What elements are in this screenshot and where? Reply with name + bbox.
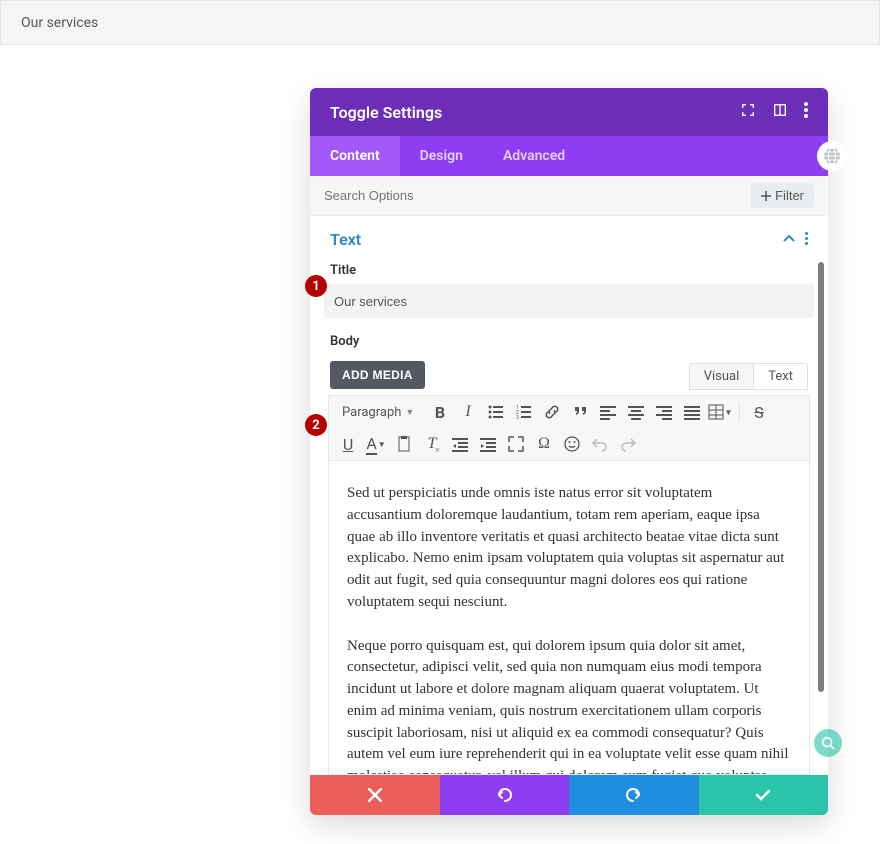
section-header-text: Text [310, 216, 828, 259]
indent-icon[interactable] [475, 432, 501, 456]
undo-button[interactable] [440, 775, 570, 815]
title-input[interactable] [324, 284, 814, 318]
numbered-list-icon[interactable]: 123 [511, 400, 537, 424]
undo-icon[interactable] [587, 432, 613, 456]
add-media-button[interactable]: ADD MEDIA [330, 361, 425, 389]
modal-header: Toggle Settings [310, 88, 828, 136]
section-more-icon[interactable] [805, 230, 808, 249]
body-paragraph: Sed ut perspiciatis unde omnis iste natu… [347, 483, 791, 614]
expand-icon[interactable] [740, 102, 756, 122]
modal-tabs: Content Design Advanced [310, 136, 828, 176]
italic-icon[interactable]: I [455, 400, 481, 424]
paste-text-icon[interactable] [391, 432, 417, 456]
table-icon[interactable]: ▼ [707, 400, 733, 424]
globe-icon[interactable] [820, 144, 844, 168]
link-icon[interactable] [539, 400, 565, 424]
editor-content[interactable]: Sed ut perspiciatis unde omnis iste natu… [328, 461, 810, 775]
svg-text:3: 3 [516, 415, 519, 420]
title-field-label: Title [310, 259, 828, 284]
tab-content[interactable]: Content [310, 136, 400, 176]
save-button[interactable] [699, 775, 829, 815]
editor-tab-text[interactable]: Text [753, 363, 808, 390]
tab-design[interactable]: Design [400, 136, 483, 176]
search-input[interactable] [324, 188, 751, 203]
body-paragraph: Neque porro quisquam est, qui dolorem ip… [347, 636, 791, 776]
more-icon[interactable] [804, 102, 808, 122]
settings-modal: Toggle Settings Content Design Advanced … [310, 88, 828, 815]
search-fab-icon[interactable] [814, 729, 842, 757]
emoji-icon[interactable] [559, 432, 585, 456]
cancel-button[interactable] [310, 775, 440, 815]
align-center-icon[interactable] [623, 400, 649, 424]
format-select[interactable]: Paragraph▼ [335, 402, 425, 423]
modal-title: Toggle Settings [330, 103, 442, 122]
bullet-list-icon[interactable] [483, 400, 509, 424]
search-row: Filter [310, 176, 828, 216]
modal-footer [310, 775, 828, 815]
section-title: Text [330, 230, 361, 249]
align-left-icon[interactable] [595, 400, 621, 424]
bold-icon[interactable]: B [427, 400, 453, 424]
chevron-up-icon[interactable] [783, 230, 795, 249]
blockquote-icon[interactable] [567, 400, 593, 424]
outdent-icon[interactable] [447, 432, 473, 456]
editor-toolbar: Paragraph▼ B I 123 ▼ S U A▼ T× [328, 395, 810, 461]
panel-layout-icon[interactable] [772, 102, 788, 122]
body-field-label: Body [310, 330, 828, 355]
annotation-badge-1: 1 [305, 275, 327, 297]
editor-tab-visual[interactable]: Visual [689, 363, 754, 390]
top-bar-label: Our services [21, 15, 98, 31]
clear-formatting-icon[interactable]: T× [419, 432, 445, 456]
strikethrough-icon[interactable]: S [746, 400, 772, 424]
align-right-icon[interactable] [651, 400, 677, 424]
redo-button[interactable] [569, 775, 699, 815]
text-color-icon[interactable]: A▼ [363, 432, 389, 456]
panel-body: Text Title Body ADD MEDIA Visual Text Pa… [310, 216, 828, 775]
special-char-icon[interactable]: Ω [531, 432, 557, 456]
filter-button[interactable]: Filter [751, 183, 814, 208]
fullscreen-icon[interactable] [503, 432, 529, 456]
align-justify-icon[interactable] [679, 400, 705, 424]
underline-icon[interactable]: U [335, 432, 361, 456]
page-top-bar: Our services [0, 0, 880, 45]
annotation-badge-2: 2 [305, 414, 327, 436]
redo-icon[interactable] [615, 432, 641, 456]
tab-advanced[interactable]: Advanced [483, 136, 585, 176]
